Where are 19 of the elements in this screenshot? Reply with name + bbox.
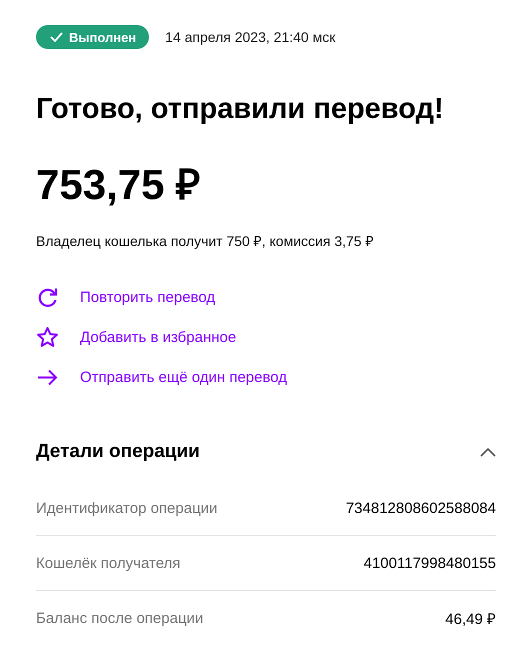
status-badge: Выполнен bbox=[36, 25, 150, 49]
detail-label: Кошелёк получателя bbox=[36, 554, 180, 572]
action-link[interactable]: Отправить ещё один перевод bbox=[36, 366, 496, 389]
detail-value: 734812808602588084 bbox=[346, 500, 496, 516]
action-link[interactable]: Добавить в избранное bbox=[36, 326, 496, 349]
check-icon bbox=[50, 32, 63, 42]
star-icon bbox=[36, 326, 59, 349]
repeat-icon bbox=[36, 286, 59, 309]
detail-value: 46,49 ₽ bbox=[445, 610, 496, 628]
amount: 753,75 ₽ bbox=[36, 160, 202, 210]
detail-label: Баланс после операции bbox=[36, 610, 204, 626]
detail-label: Идентификатор операции bbox=[36, 500, 218, 516]
date-time: 14 апреля 2023, 21:40 мск bbox=[165, 29, 336, 45]
fee-note: Владелец кошелька получит 750 ₽, комиссия 3,75 ₽ bbox=[36, 232, 374, 250]
action-link[interactable]: Повторить перевод bbox=[36, 286, 496, 309]
detail-value: 4100117998480155 bbox=[364, 554, 496, 572]
chevron-up-icon[interactable] bbox=[480, 447, 496, 457]
page-title: Готово, отправили перевод! bbox=[36, 93, 445, 126]
section-title: Детали операции bbox=[36, 441, 200, 463]
